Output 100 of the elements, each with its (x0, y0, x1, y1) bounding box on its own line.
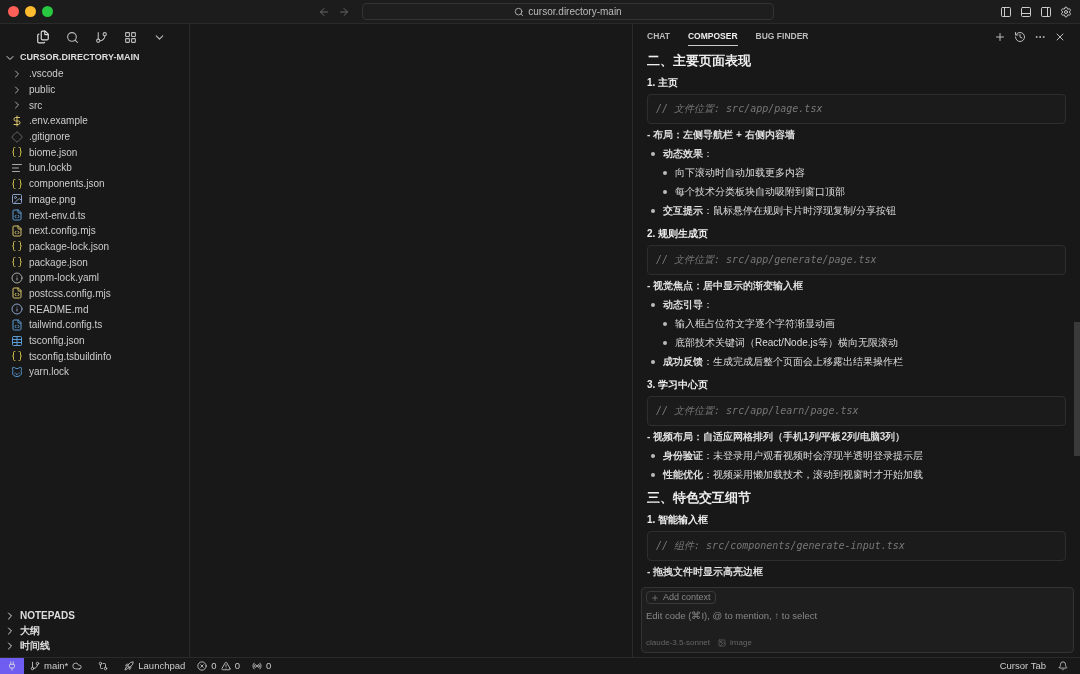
close-window-button[interactable] (8, 6, 19, 17)
file-tree-item[interactable]: public (0, 81, 189, 98)
list-item-text: 动态引导： (663, 298, 713, 312)
file-tree-item[interactable]: package-lock.json (0, 238, 189, 255)
file-tree-item[interactable]: components.json (0, 175, 189, 192)
braces-icon (11, 350, 23, 363)
info-icon (11, 303, 23, 316)
image-icon (11, 193, 23, 206)
braces-icon (11, 240, 23, 253)
search-field[interactable]: cursor.directory-main (362, 3, 774, 20)
bullet-icon (651, 152, 655, 156)
bullet-icon (663, 171, 667, 175)
file-tree-item[interactable]: next-env.d.ts (0, 207, 189, 223)
file-tree-item[interactable]: package.json (0, 254, 189, 270)
panel-tab[interactable]: CHAT (647, 28, 670, 46)
section-heading: 二、主要页面表现 (647, 54, 752, 68)
image-icon (718, 639, 727, 647)
launchpad-status[interactable]: Launchpad (124, 658, 186, 674)
code-block: // 文件位置: src/app/learn/page.tsx (647, 396, 1066, 426)
subsection-heading: 1. 智能输入框 (647, 513, 710, 527)
panel-left-icon[interactable] (1000, 5, 1012, 18)
diamond-icon (11, 130, 23, 143)
file-tree-item[interactable]: biome.json (0, 144, 189, 161)
file-tree-item[interactable]: tsconfig.tsbuildinfo (0, 348, 189, 365)
config-file-icon (11, 334, 23, 347)
panel-bottom-icon[interactable] (1020, 5, 1032, 18)
file-tree-item[interactable]: postcss.config.mjs (0, 285, 189, 302)
plus-icon (651, 593, 659, 602)
file-tree-item[interactable]: .gitignore (0, 128, 189, 145)
paragraph: - 拖拽文件时显示高亮边框 (647, 565, 765, 579)
bullet-icon (651, 209, 655, 213)
history-icon[interactable] (1014, 31, 1026, 43)
ports-status[interactable]: 0 (251, 658, 272, 674)
bullet-icon (663, 341, 667, 345)
typescript-file-icon (11, 318, 23, 331)
branch-status[interactable]: main* (30, 658, 69, 674)
search-icon[interactable] (66, 30, 79, 44)
bullet-icon (651, 454, 655, 458)
bullet-icon (651, 360, 655, 364)
settings-icon[interactable] (1060, 5, 1072, 18)
cursor-tab-status[interactable]: Cursor Tab (999, 658, 1046, 674)
notifications-icon[interactable] (1058, 661, 1068, 671)
file-tree-item[interactable]: pnpm-lock.yaml (0, 269, 189, 286)
minimize-window-button[interactable] (25, 6, 36, 17)
list-item-text: 身份验证：未登录用户观看视频时会浮现半透明登录提示层 (663, 449, 923, 463)
explorer-root[interactable]: CURSOR.DIRECTORY-MAIN (0, 50, 189, 66)
paragraph: - 视频布局：自适应网格排列（手机1列/平板2列/电脑3列） (647, 430, 907, 444)
list-item-text: 向下滚动时自动加载更多内容 (675, 166, 805, 180)
antenna-icon (251, 661, 262, 671)
bullet-icon (663, 190, 667, 194)
cloud-icon[interactable] (72, 661, 83, 671)
sidebar-section-header[interactable]: 大纲 (0, 623, 189, 638)
explorer-icon[interactable] (36, 30, 50, 44)
file-tree-item[interactable]: tailwind.config.ts (0, 317, 189, 333)
extensions-icon[interactable] (124, 30, 137, 44)
typescript-file-icon (11, 209, 23, 222)
sidebar-section-header[interactable]: NOTEPADS (0, 608, 189, 623)
problems-status[interactable]: 0 0 (197, 658, 240, 674)
list-item-text: 性能优化：视频采用懒加载技术，滚动到视窗时才开始加载 (663, 468, 923, 482)
source-control-icon[interactable] (95, 30, 108, 44)
bullet-icon (651, 303, 655, 307)
composer-input[interactable]: Edit code (⌘I), @ to mention, ↑ to select (646, 609, 1069, 624)
file-tree-item[interactable]: next.config.mjs (0, 222, 189, 239)
section-heading: 三、特色交互细节 (647, 491, 752, 505)
javascript-file-icon (11, 287, 23, 300)
paragraph: - 布局：左侧导航栏 + 右侧内容墙 (647, 128, 796, 142)
file-tree-item[interactable]: README.md (0, 301, 189, 317)
braces-icon (11, 256, 23, 269)
search-icon (514, 6, 525, 17)
rocket-icon (124, 661, 135, 671)
panel-tab[interactable]: COMPOSER (688, 28, 738, 46)
dollar-icon (11, 114, 23, 127)
file-tree-item[interactable]: .env.example (0, 113, 189, 129)
file-tree-item[interactable]: src (0, 97, 189, 114)
list-item-text: 动态效果： (663, 147, 713, 161)
sidebar-section-header[interactable]: 时间线 (0, 638, 189, 653)
file-tree-item[interactable]: bun.lockb (0, 160, 189, 176)
list-item-text: 成功反馈：生成完成后整个页面会上移露出结果操作栏 (663, 355, 903, 369)
warning-icon (220, 661, 231, 671)
list-item-text: 底部技术关键词（React/Node.js等）横向无限滚动 (675, 336, 898, 350)
maximize-window-button[interactable] (42, 6, 53, 17)
file-tree-item[interactable]: image.png (0, 191, 189, 208)
add-context-button[interactable]: Add context (646, 591, 716, 604)
list-item-text: 输入框占位符文字逐个字符渐显动画 (675, 317, 835, 331)
bullet-icon (663, 322, 667, 326)
code-block: // 文件位置: src/app/page.tsx (647, 94, 1066, 124)
panel-right-icon[interactable] (1040, 5, 1052, 18)
new-chat-icon[interactable] (994, 31, 1006, 43)
file-tree-item[interactable]: .vscode (0, 66, 189, 82)
panel-tab[interactable]: BUG FINDER (755, 28, 809, 46)
paragraph: - 视觉焦点：居中显示的渐变输入框 (647, 279, 805, 293)
compare-icon[interactable] (98, 661, 109, 671)
lines-icon (11, 161, 23, 174)
cat-icon (11, 365, 23, 378)
close-icon[interactable] (1054, 31, 1066, 43)
braces-icon (11, 177, 23, 190)
scrollbar-thumb[interactable] (1074, 322, 1080, 456)
subsection-heading: 1. 主页 (647, 76, 680, 90)
file-tree-item[interactable]: yarn.lock (0, 364, 189, 380)
file-tree-item[interactable]: tsconfig.json (0, 332, 189, 349)
